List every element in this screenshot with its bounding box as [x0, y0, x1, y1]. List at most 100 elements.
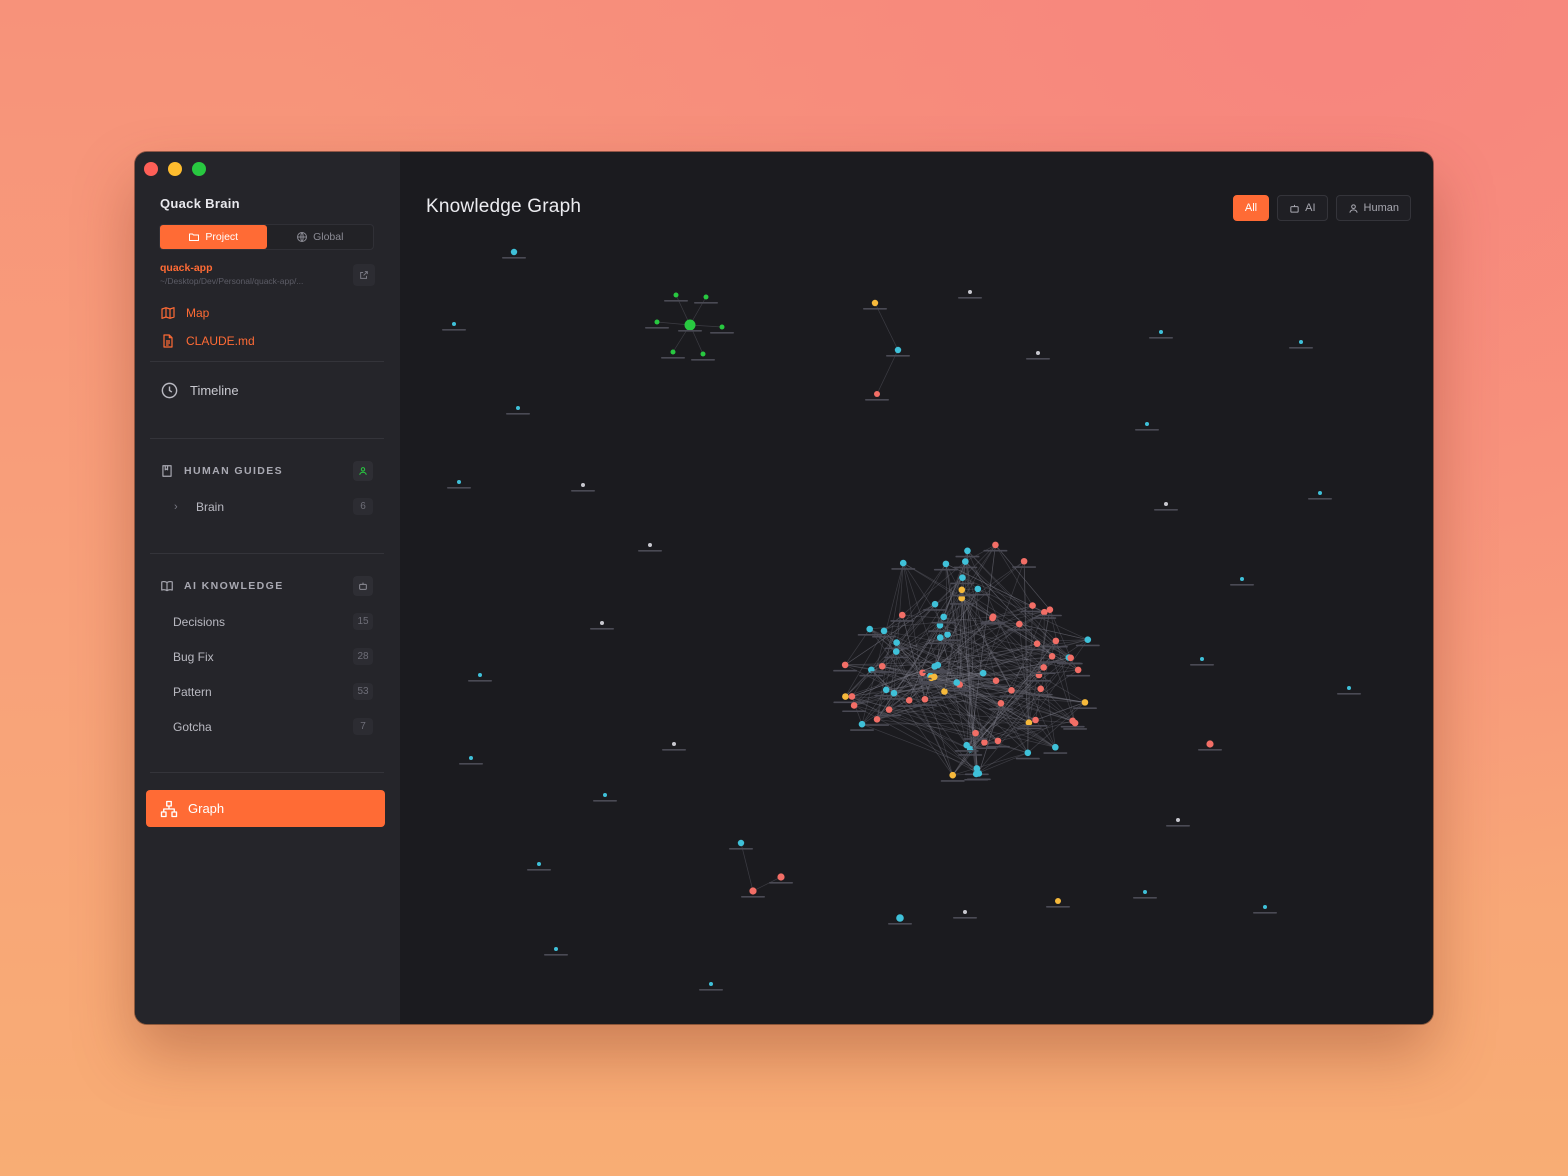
- graph-edge: [967, 550, 1079, 671]
- graph-node[interactable]: [710, 324, 734, 334]
- graph-node[interactable]: [1031, 664, 1056, 674]
- graph-node[interactable]: [506, 406, 530, 415]
- graph-node[interactable]: [953, 558, 978, 569]
- graph-node[interactable]: [940, 771, 965, 782]
- graph-node[interactable]: [694, 294, 718, 304]
- folder-icon: [189, 233, 200, 241]
- graph-nav-button[interactable]: Graph: [146, 790, 385, 827]
- graph-node[interactable]: [1015, 749, 1040, 760]
- graph-node[interactable]: [1253, 905, 1277, 914]
- graph-node[interactable]: [544, 947, 568, 956]
- divider: [150, 361, 384, 362]
- graph-node[interactable]: [953, 910, 977, 919]
- graph-node[interactable]: [447, 480, 471, 489]
- graph-node[interactable]: [1190, 657, 1214, 666]
- open-project-button[interactable]: [353, 264, 375, 286]
- scope-project-button[interactable]: Project: [160, 225, 267, 249]
- graph-node[interactable]: [863, 299, 887, 310]
- graph-node[interactable]: [468, 673, 492, 682]
- user-icon: [359, 467, 367, 475]
- graph-node[interactable]: [931, 613, 956, 624]
- timeline-nav[interactable]: Timeline: [160, 381, 239, 400]
- graph-node[interactable]: [502, 248, 526, 259]
- ai-knowledge-bug-fix[interactable]: Bug Fix 28: [160, 648, 373, 665]
- graph-node[interactable]: [741, 887, 765, 898]
- filter-all-button[interactable]: All: [1232, 195, 1270, 221]
- graph-node[interactable]: [590, 621, 614, 630]
- graph-node[interactable]: [571, 483, 595, 492]
- graph-node[interactable]: [1063, 719, 1088, 730]
- list-item-count: 6: [353, 498, 373, 515]
- graph-node[interactable]: [1308, 491, 1332, 500]
- ai-knowledge-pattern[interactable]: Pattern 53: [160, 683, 373, 700]
- graph-edge: [845, 664, 872, 671]
- ai-knowledge-badge[interactable]: [353, 576, 373, 596]
- graph-node[interactable]: [662, 742, 686, 751]
- map-link-label: Map: [186, 306, 210, 320]
- graph-node[interactable]: [769, 873, 793, 884]
- graph-node[interactable]: [955, 547, 980, 558]
- app-window: Quack Brain Project Global quack-app ~/D…: [135, 152, 1433, 1024]
- graph-node[interactable]: [857, 625, 882, 636]
- map-link[interactable]: Map: [160, 305, 209, 321]
- graph-node[interactable]: [1230, 577, 1254, 586]
- graph-node[interactable]: [933, 560, 958, 571]
- knowledge-graph-canvas[interactable]: [400, 152, 1433, 1024]
- ai-knowledge-gotcha[interactable]: Gotcha 7: [160, 718, 373, 735]
- graph-node[interactable]: [442, 322, 466, 331]
- file-icon: [163, 334, 173, 348]
- graph-node[interactable]: [638, 543, 662, 552]
- graph-node[interactable]: [966, 770, 991, 781]
- graph-node[interactable]: [1198, 740, 1222, 751]
- graph-node[interactable]: [1149, 330, 1173, 339]
- filter-ai-button[interactable]: AI: [1277, 195, 1328, 221]
- close-window-button[interactable]: [144, 162, 158, 176]
- list-item-label: Brain: [196, 499, 225, 514]
- graph-node[interactable]: [983, 541, 1008, 552]
- graph-node[interactable]: [1026, 351, 1050, 360]
- graph-node[interactable]: [1135, 422, 1159, 431]
- graph-edge: [995, 544, 1051, 610]
- graph-node[interactable]: [891, 559, 916, 570]
- list-item-count: 53: [353, 683, 373, 700]
- graph-node[interactable]: [459, 756, 483, 765]
- graph-node[interactable]: [664, 292, 688, 302]
- human-guide-brain[interactable]: › Brain 6: [160, 498, 373, 515]
- zoom-window-button[interactable]: [192, 162, 206, 176]
- graph-node[interactable]: [645, 319, 669, 329]
- graph-node[interactable]: [527, 862, 551, 871]
- graph-node[interactable]: [865, 391, 889, 401]
- ai-knowledge-decisions[interactable]: Decisions 15: [160, 613, 373, 630]
- claude-md-link-label: CLAUDE.md: [186, 334, 255, 348]
- graph-node[interactable]: [958, 290, 982, 299]
- robot-icon: [359, 582, 367, 590]
- list-item-count: 15: [353, 613, 373, 630]
- graph-node[interactable]: [1289, 340, 1313, 349]
- graph-node[interactable]: [593, 793, 617, 802]
- graph-node[interactable]: [1046, 898, 1070, 908]
- graph-node[interactable]: [691, 351, 715, 361]
- human-guides-badge[interactable]: [353, 461, 373, 481]
- robot-icon: [1290, 204, 1299, 213]
- filter-human-button[interactable]: Human: [1335, 195, 1411, 221]
- map-icon: [161, 307, 175, 319]
- graph-node[interactable]: [1154, 502, 1178, 511]
- divider: [150, 772, 384, 773]
- page-title: Knowledge Graph: [426, 196, 582, 217]
- open-book-icon: [161, 580, 173, 592]
- graph-edge: [740, 842, 754, 892]
- graph-node[interactable]: [661, 349, 685, 359]
- graph-node[interactable]: [888, 914, 912, 925]
- graph-node[interactable]: [1012, 557, 1037, 568]
- graph-node[interactable]: [1337, 686, 1361, 695]
- graph-filter-group: All AI Human: [1232, 195, 1411, 221]
- scope-global-button[interactable]: Global: [267, 225, 374, 249]
- graph-node[interactable]: [922, 663, 947, 673]
- claude-md-link[interactable]: CLAUDE.md: [160, 333, 255, 349]
- graph-node[interactable]: [1133, 890, 1157, 899]
- graph-node[interactable]: [729, 839, 753, 850]
- graph-node[interactable]: [699, 982, 723, 991]
- graph-node[interactable]: [1166, 818, 1190, 827]
- graph-node[interactable]: [886, 346, 910, 357]
- minimize-window-button[interactable]: [168, 162, 182, 176]
